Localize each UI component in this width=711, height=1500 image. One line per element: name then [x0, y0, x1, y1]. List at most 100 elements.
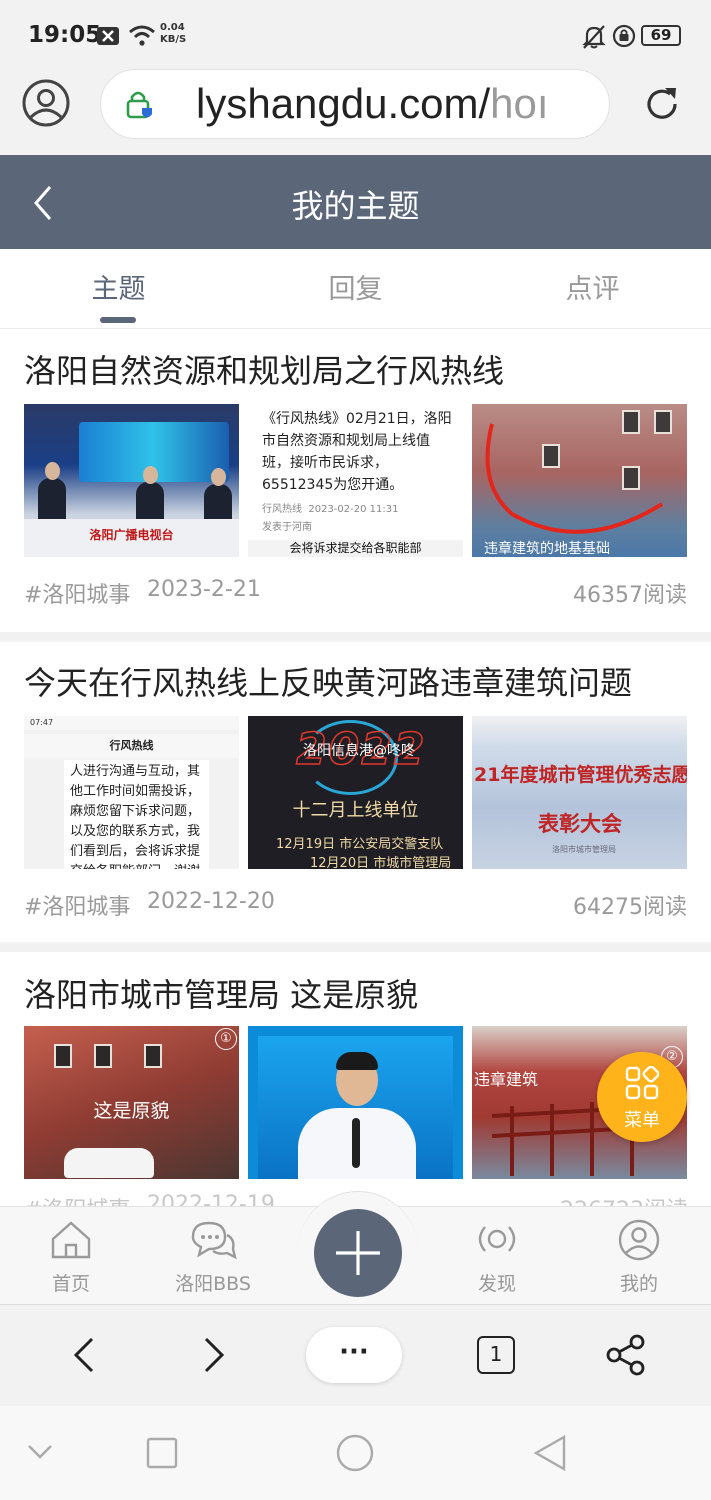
post-thumbnail[interactable]: 违章建筑的地基基础	[472, 404, 687, 557]
post-read-count: 64275阅读	[573, 895, 687, 920]
nav-discover[interactable]: 发现	[447, 1219, 547, 1296]
net-speed-value: 0.04	[160, 22, 185, 33]
home-circle-icon[interactable]	[336, 1434, 374, 1476]
banner-subheading: 表彰大会	[538, 812, 622, 836]
banner-heading: 21年度城市管理优秀志愿	[474, 764, 687, 786]
new-post-circle	[314, 1209, 402, 1297]
recent-apps-icon[interactable]	[146, 1437, 178, 1473]
thumbnail-caption: 这是原貌	[93, 1100, 170, 1122]
post-separator	[0, 942, 711, 952]
building-window	[144, 1044, 162, 1068]
thumbnail-article-footer: 会将诉求提交给各职能部	[248, 540, 463, 557]
post-thumbnail[interactable]: 这是原貌 ①	[24, 1026, 239, 1179]
nav-bbs-label: 洛阳BBS	[175, 1273, 251, 1295]
thumbnail-caption: 违章建筑	[474, 1070, 539, 1089]
reload-icon[interactable]	[640, 82, 684, 130]
post-thumbnail[interactable]: 21年度城市管理优秀志愿 表彰大会 洛阳市城市管理局	[472, 716, 687, 869]
building-window	[54, 1044, 72, 1068]
poster-heading: 十二月上线单位	[292, 800, 419, 821]
post-date: 2022-12-19	[147, 1192, 275, 1206]
page-header: 我的主题	[0, 155, 711, 249]
nav-profile[interactable]: 我的	[589, 1219, 689, 1296]
url-text: lyshangdu.com/hoı	[196, 80, 549, 128]
home-icon	[51, 1221, 91, 1259]
browser-toolbar: ··· 1	[0, 1304, 711, 1406]
hide-keyboard-chevron-icon[interactable]	[26, 1442, 54, 1466]
post-read-count: 46357阅读	[573, 583, 687, 608]
post-title[interactable]: 洛阳自然资源和规划局之行风热线	[24, 346, 504, 392]
mute-bell-icon	[582, 24, 606, 54]
status-time: 19:05	[28, 22, 102, 48]
phone-message-text: 人进行沟通与互动，其他工作时间如需投诉，麻烦您留下诉求问题，以及您的联系方式，我…	[70, 764, 201, 869]
thumbnail-article-from: 发表于河南	[262, 522, 312, 533]
browser-url-bar: lyshangdu.com/hoı	[0, 62, 711, 155]
post-thumbnail[interactable]: 《行风热线》02月21日，洛阳市自然资源和规划局上线值班，接听市民诉求，6551…	[248, 404, 463, 557]
browser-menu-button[interactable]: ···	[306, 1327, 402, 1383]
url-main: lyshangdu.com/	[196, 80, 491, 127]
post-thumbnail[interactable]	[248, 1026, 463, 1179]
secure-lock-icon	[125, 88, 155, 126]
browser-forward-icon[interactable]	[200, 1335, 228, 1379]
article-time: 2023-02-20 11:31	[308, 504, 399, 515]
banner-organizer: 洛阳市城市管理局	[552, 845, 616, 854]
post-category-tag[interactable]: #洛阳城事	[24, 577, 130, 609]
browser-back-icon[interactable]	[70, 1335, 98, 1379]
post-thumbnail[interactable]: 2022 洛阳信息港@咚咚 十二月上线单位 12月19日 市公安局交警支队 12…	[248, 716, 463, 869]
annotation-circle	[485, 423, 664, 534]
browser-tabs-button[interactable]: 1	[477, 1336, 515, 1374]
net-speed-unit: KB/S	[160, 34, 187, 45]
tab-topics[interactable]: 主题	[0, 267, 237, 306]
wifi-icon	[128, 24, 156, 50]
grid-menu-icon	[625, 1065, 660, 1104]
share-icon[interactable]	[604, 1333, 648, 1381]
post-title[interactable]: 洛阳市城市管理局 这是原貌	[24, 970, 418, 1016]
status-bar: 19:05 0.04 KB/S 69	[0, 0, 711, 62]
post-category-tag: #洛阳城事	[24, 1192, 130, 1206]
tab-replies[interactable]: 回复	[237, 267, 474, 306]
car-shape	[64, 1148, 154, 1178]
microphone	[352, 1118, 360, 1168]
post-read-count: 226723阅读	[560, 1192, 688, 1206]
post-item[interactable]: 洛阳自然资源和规划局之行风热线 洛阳广播电视台 《行风热线》02月21日，洛阳市…	[0, 330, 711, 632]
thumbnail-article-source: 行风热线 2023-02-20 11:31	[262, 500, 398, 515]
nav-discover-label: 发现	[477, 1273, 516, 1295]
phone-message-card: 人进行沟通与互动，其他工作时间如需投诉，麻烦您留下诉求问题，以及您的联系方式，我…	[64, 760, 209, 869]
building-window	[94, 1044, 112, 1068]
speaker-hair	[336, 1052, 378, 1070]
lock-rotation-icon	[612, 24, 636, 52]
plus-icon	[336, 1231, 380, 1275]
nav-profile-label: 我的	[619, 1273, 658, 1295]
chat-bubbles-icon	[191, 1221, 237, 1260]
image-number-badge: ①	[215, 1028, 237, 1050]
post-title[interactable]: 今天在行风热线上反映黄河路违章建筑问题	[24, 658, 632, 704]
poster-watermark: 洛阳信息港@咚咚	[303, 743, 415, 759]
poster-line: 12月19日 市公安局交警支队	[276, 837, 444, 852]
thumbnail-article-text: 《行风热线》02月21日，洛阳市自然资源和规划局上线值班，接听市民诉求，6551…	[262, 411, 452, 493]
phone-status-bar: 07:47	[24, 716, 239, 730]
floating-menu-button[interactable]: 菜单	[597, 1052, 687, 1142]
tab-reviews[interactable]: 点评	[474, 267, 711, 306]
thumbnail-caption: 违章建筑的地基基础	[484, 541, 610, 557]
poster-line: 12月20日 市城市管理局	[310, 856, 452, 869]
net-speed: 0.04 KB/S	[160, 22, 186, 46]
new-post-button[interactable]	[297, 1191, 419, 1313]
post-thumbnail[interactable]: 洛阳广播电视台	[24, 404, 239, 557]
post-thumbnail[interactable]: 07:47 行风热线 人进行沟通与互动，其他工作时间如需投诉，麻烦您留下诉求问题…	[24, 716, 239, 869]
post-item[interactable]: 今天在行风热线上反映黄河路违章建筑问题 07:47 行风热线 人进行沟通与互动，…	[0, 642, 711, 942]
address-bar[interactable]: lyshangdu.com/hoı	[100, 69, 610, 139]
nav-home-label: 首页	[51, 1273, 90, 1295]
tv-station-logo: 洛阳广播电视台	[89, 528, 174, 542]
page-title: 我的主题	[291, 187, 420, 225]
tab-bar: 主题 回复 点评	[0, 249, 711, 329]
nav-bbs[interactable]: 洛阳BBS	[163, 1219, 263, 1296]
system-back-icon[interactable]	[532, 1434, 568, 1476]
profile-icon	[618, 1219, 660, 1261]
account-icon[interactable]	[22, 79, 70, 131]
nav-home[interactable]: 首页	[21, 1219, 121, 1296]
url-overflow: hoı	[490, 80, 549, 127]
post-separator	[0, 632, 711, 642]
post-category-tag[interactable]: #洛阳城事	[24, 889, 130, 921]
bottom-nav: 首页 洛阳BBS 发现 我的	[0, 1191, 711, 1313]
broadcast-icon	[478, 1226, 516, 1252]
post-date: 2023-2-21	[147, 577, 261, 602]
